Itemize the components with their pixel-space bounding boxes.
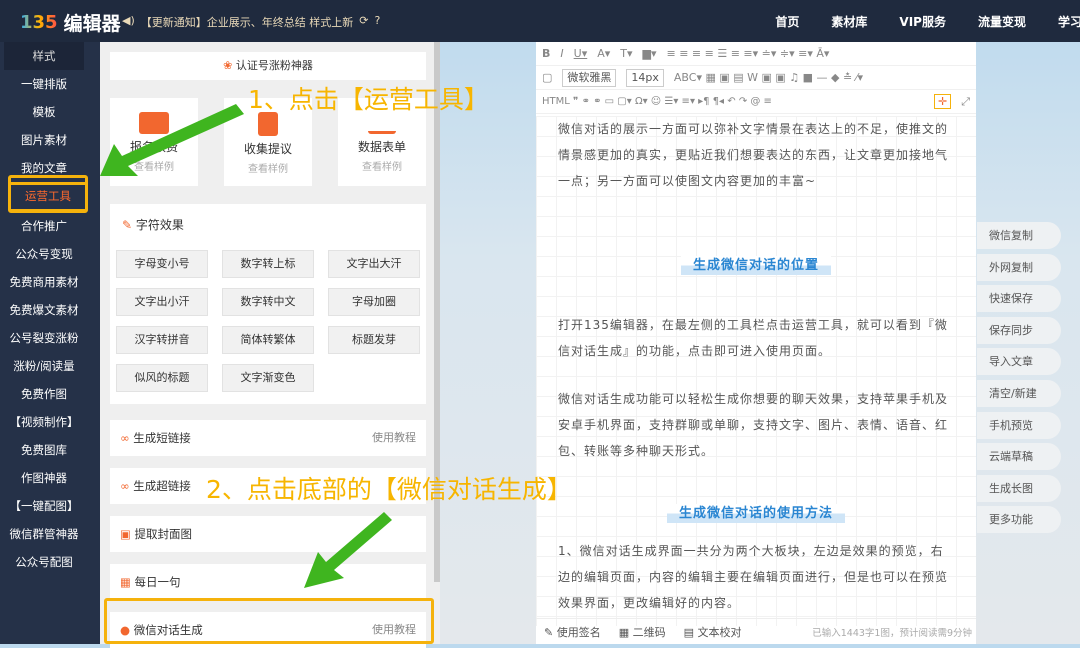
annotation-step1: 1、点击【运营工具】: [248, 85, 489, 114]
annotation-step2: 2、点击底部的【微信对话生成】: [206, 475, 572, 504]
arrow-2: [304, 512, 392, 588]
arrow-1: [100, 104, 244, 176]
annotation-arrows: [100, 104, 392, 588]
